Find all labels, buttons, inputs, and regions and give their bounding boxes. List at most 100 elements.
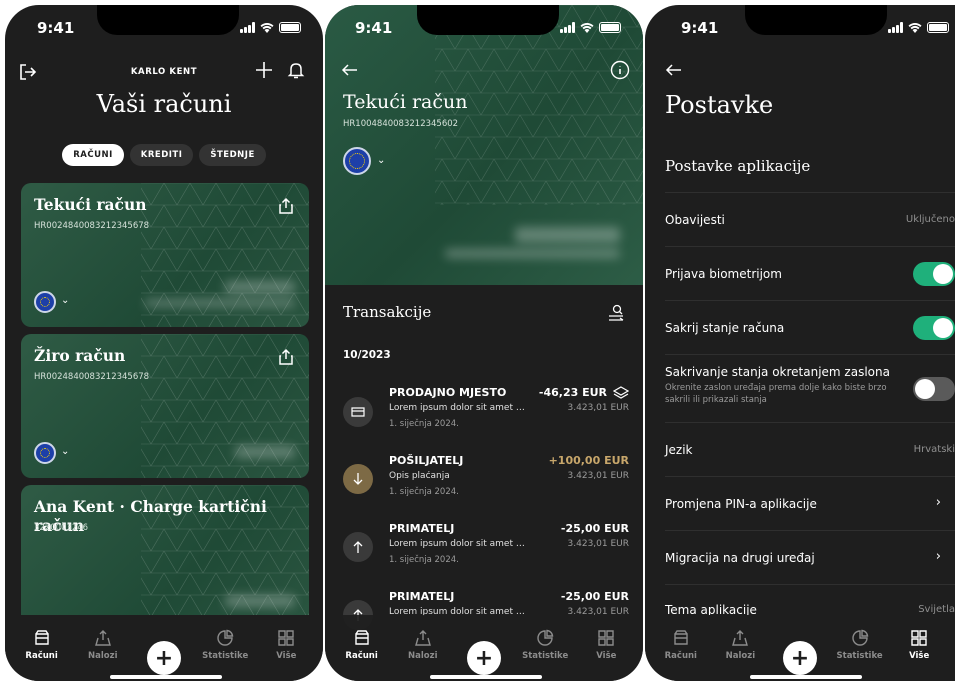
- wallet-icon: [354, 630, 369, 645]
- tab-vise[interactable]: Više: [578, 615, 634, 681]
- chevron-down-icon[interactable]: ⌄: [61, 446, 69, 457]
- tab-label: Više: [596, 651, 617, 661]
- signal-icon: [240, 22, 255, 33]
- toggle-knob: [933, 318, 953, 338]
- notch: [417, 5, 559, 35]
- transaction-row[interactable]: PRODAJNO MJESTO -46,23 EUR Lorem ipsum d…: [325, 382, 643, 442]
- tab-label: Više: [276, 651, 297, 661]
- setting-description: Okrenite zaslon uređaja prema dolje kako…: [665, 383, 887, 405]
- section-title: Postavke aplikacije: [665, 157, 811, 175]
- transaction-row[interactable]: PRIMATELJ -25,00 EUR Lorem ipsum dolor s…: [325, 518, 643, 578]
- tab-nalozi[interactable]: Nalozi: [712, 615, 768, 681]
- transaction-amount: +100,00 EUR: [548, 454, 629, 467]
- plus-button[interactable]: +: [146, 641, 181, 675]
- hidden-balance: [225, 595, 295, 607]
- setting-migracija[interactable]: Migracija na drugi uređaj ›: [665, 531, 955, 585]
- setting-value: Hrvatski: [913, 444, 955, 455]
- tab-statistike[interactable]: Statistike: [197, 615, 253, 681]
- pie-chart-icon: [851, 629, 868, 646]
- tab-label: Više: [909, 651, 930, 661]
- setting-label: Sakrivanje stanja okretanjem zaslona: [665, 365, 890, 379]
- tab-nalozi[interactable]: Nalozi: [395, 615, 451, 681]
- transaction-balance: 3.423,01 EUR: [567, 403, 629, 413]
- grid-icon: [278, 630, 295, 646]
- transaction-desc: Opis plaćanja: [389, 471, 450, 481]
- battery-icon: [279, 22, 301, 33]
- toggle-switch[interactable]: [913, 262, 955, 286]
- signal-icon: [888, 22, 903, 33]
- setting-obavijesti[interactable]: Obavijesti Uključeno: [665, 193, 955, 247]
- hidden-balance-sub: [445, 249, 620, 258]
- tab-racuni[interactable]: Računi: [14, 615, 70, 681]
- setting-label: Migracija na drugi uređaj: [665, 551, 815, 565]
- card-iban: HR0024840083212345678: [34, 372, 150, 382]
- setting-biometrija[interactable]: Prijava biometrijom: [665, 247, 955, 301]
- wifi-icon: [580, 23, 594, 33]
- tab-racuni[interactable]: Računi: [334, 615, 390, 681]
- segment-stednje[interactable]: ŠTEDNJE: [199, 144, 266, 166]
- status-icons: [240, 22, 301, 33]
- hidden-balance: [515, 227, 620, 243]
- chevron-down-icon[interactable]: ⌄: [377, 155, 385, 166]
- plus-button[interactable]: +: [782, 641, 817, 675]
- wifi-icon: [908, 23, 922, 33]
- account-card-tekuci[interactable]: Tekući račun HR0024840083212345678 ⌄: [21, 183, 309, 327]
- tab-vise[interactable]: Više: [258, 615, 314, 681]
- chevron-down-icon[interactable]: ⌄: [61, 295, 69, 306]
- toggle-switch[interactable]: [913, 377, 955, 401]
- transaction-balance: 3.423,01 EUR: [567, 539, 629, 549]
- bell-icon[interactable]: [285, 59, 307, 81]
- status-time: 9:41: [681, 19, 719, 37]
- segment-krediti[interactable]: KREDITI: [129, 144, 194, 166]
- toggle-switch[interactable]: [913, 316, 955, 340]
- eu-flag-icon[interactable]: [343, 147, 371, 175]
- setting-jezik[interactable]: Jezik Hrvatski: [665, 423, 955, 477]
- transaction-row[interactable]: POŠILJATELJ +100,00 EUR Opis plaćanja 3.…: [325, 450, 643, 510]
- card-icon: [343, 397, 373, 427]
- setting-sakrij-stanje[interactable]: Sakrij stanje računa: [665, 301, 955, 355]
- setting-pin[interactable]: Promjena PIN-a aplikacije ›: [665, 477, 955, 531]
- tab-label: Statistike: [522, 651, 569, 661]
- setting-label: Obavijesti: [665, 213, 725, 227]
- tab-racuni[interactable]: Računi: [653, 615, 709, 681]
- toggle-knob: [915, 379, 935, 399]
- filter-search-icon[interactable]: [605, 302, 627, 324]
- account-detail-screen: 9:41 Tekući račun HR1004840083212345602 …: [325, 5, 643, 681]
- transaction-amount: -46,23 EUR: [538, 386, 607, 399]
- back-arrow-icon[interactable]: [339, 59, 361, 81]
- tab-label: Računi: [664, 651, 697, 661]
- chevron-right-icon: ›: [935, 549, 941, 564]
- hidden-balance: [235, 446, 295, 458]
- transaction-date: 1. siječnja 2024.: [389, 555, 459, 565]
- share-icon[interactable]: [277, 197, 295, 215]
- tab-bar: Računi Nalozi + Statistike Više: [645, 615, 955, 681]
- back-arrow-icon[interactable]: [663, 59, 685, 81]
- eu-flag-icon[interactable]: [34, 442, 56, 464]
- tab-nalozi[interactable]: Nalozi: [75, 615, 131, 681]
- transaction-desc: Lorem ipsum dolor sit amet consectetur: [389, 403, 529, 413]
- setting-okretanje-zaslona[interactable]: Sakrivanje stanja okretanjem zaslona Okr…: [665, 355, 955, 423]
- card-title: Žiro račun: [34, 346, 126, 365]
- chevron-right-icon: ›: [935, 495, 941, 510]
- tab-new[interactable]: +: [456, 615, 512, 681]
- transaction-name: PRODAJNO MJESTO: [389, 386, 507, 399]
- share-icon[interactable]: [277, 348, 295, 366]
- tab-new[interactable]: +: [136, 615, 192, 681]
- eu-flag-icon[interactable]: [34, 291, 56, 313]
- setting-value: Uključeno: [905, 214, 955, 225]
- add-icon[interactable]: [253, 59, 275, 81]
- tab-statistike[interactable]: Statistike: [517, 615, 573, 681]
- tab-label: Nalozi: [725, 651, 756, 661]
- account-card-ziro[interactable]: Žiro račun HR0024840083212345678 ⌄: [21, 334, 309, 478]
- tab-new[interactable]: +: [772, 615, 828, 681]
- hidden-balance: [225, 281, 295, 293]
- tab-statistike[interactable]: Statistike: [832, 615, 888, 681]
- tab-vise[interactable]: Više: [891, 615, 947, 681]
- user-name: KARLO KENT: [130, 67, 198, 77]
- transaction-name: PRIMATELJ: [389, 522, 455, 535]
- account-card-charge[interactable]: Ana Kent · Charge kartični račun 3220003…: [21, 485, 309, 625]
- segment-racuni[interactable]: RAČUNI: [62, 144, 124, 166]
- info-icon[interactable]: [609, 59, 631, 81]
- section-title: Transakcije: [343, 303, 432, 321]
- plus-button[interactable]: +: [466, 641, 501, 675]
